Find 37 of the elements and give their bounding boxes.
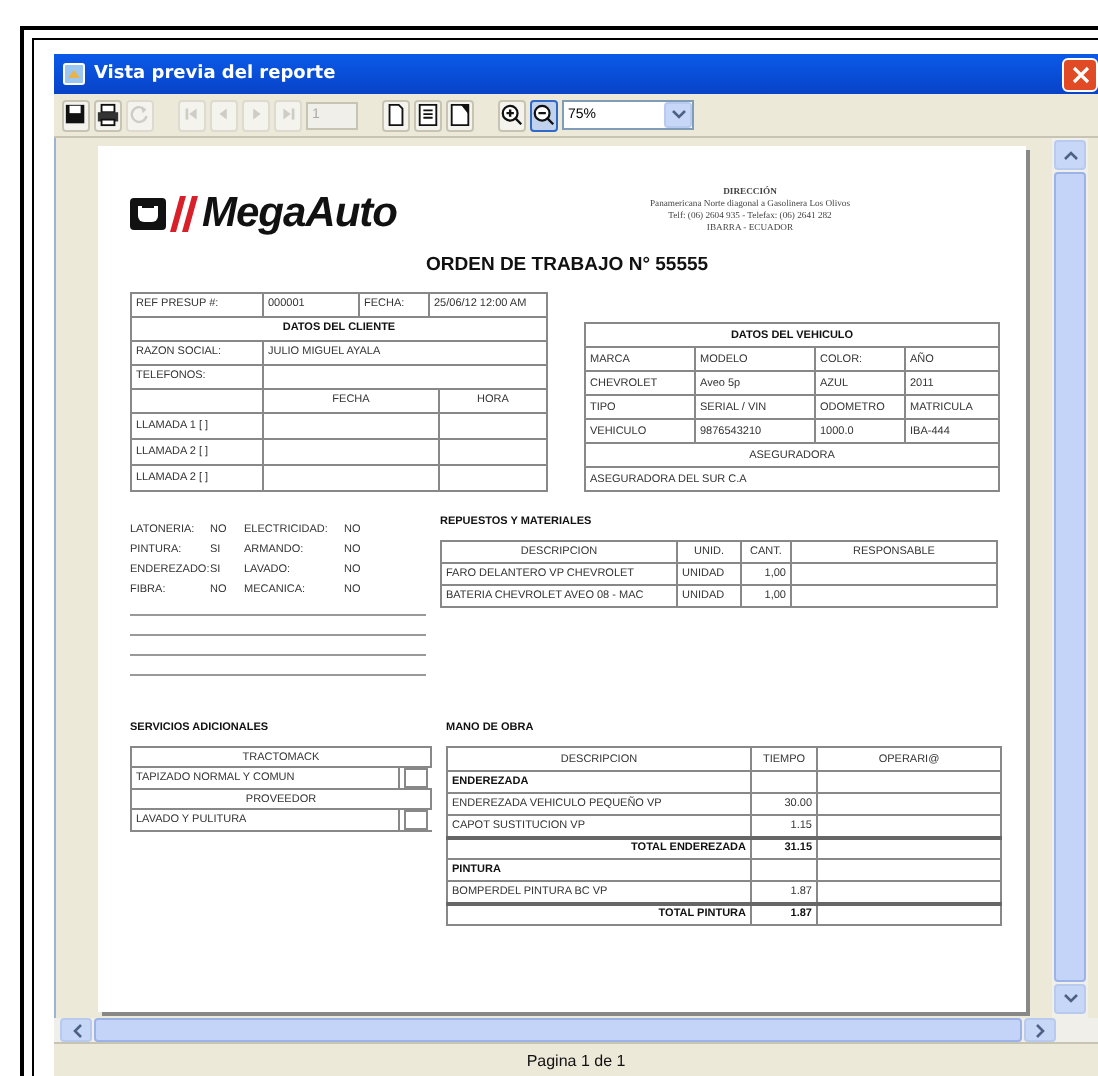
scroll-up-button[interactable] xyxy=(1054,140,1086,170)
page-width-button[interactable] xyxy=(414,99,442,131)
window-title: Vista previa del reporte xyxy=(94,64,338,84)
report-title: ORDEN DE TRABAJO N° 55555 xyxy=(426,254,709,280)
page-lines-icon xyxy=(416,102,440,128)
checkbox[interactable] xyxy=(404,768,428,788)
print-button[interactable] xyxy=(94,99,122,131)
zoom-in-button[interactable] xyxy=(498,99,526,131)
zoom-out-button[interactable] xyxy=(530,99,558,131)
checkbox[interactable] xyxy=(404,810,428,830)
page-corner-icon xyxy=(448,102,472,128)
single-page-button[interactable] xyxy=(382,99,410,131)
vertical-scrollbar[interactable] xyxy=(1052,138,1088,1018)
close-icon xyxy=(1071,65,1089,83)
whole-page-button[interactable] xyxy=(446,99,474,131)
zoom-out-icon xyxy=(532,102,556,128)
printer-icon xyxy=(96,102,120,128)
scroll-right-button[interactable] xyxy=(1024,1018,1056,1042)
close-button[interactable] xyxy=(1062,57,1098,91)
floppy-icon xyxy=(64,102,88,128)
zoom-in-icon xyxy=(500,102,524,128)
refresh-icon xyxy=(128,102,152,128)
chevron-down-icon xyxy=(1063,994,1077,1004)
status-text: Pagina 1 de 1 xyxy=(54,1042,1098,1076)
chevron-right-icon xyxy=(1035,1023,1045,1037)
chevron-up-icon xyxy=(1063,150,1077,160)
chevron-down-icon xyxy=(671,110,685,120)
scroll-down-button[interactable] xyxy=(1054,984,1086,1014)
scrollbar-thumb[interactable] xyxy=(1054,172,1086,982)
slashes-logo-icon xyxy=(170,196,198,232)
dropdown-button[interactable] xyxy=(664,102,692,128)
save-button[interactable] xyxy=(62,99,90,131)
app-icon xyxy=(62,62,86,86)
scroll-left-button[interactable] xyxy=(60,1018,92,1042)
logo-text: MegaAuto xyxy=(202,190,397,238)
chevron-left-icon xyxy=(71,1023,81,1037)
page-icon xyxy=(384,102,408,128)
